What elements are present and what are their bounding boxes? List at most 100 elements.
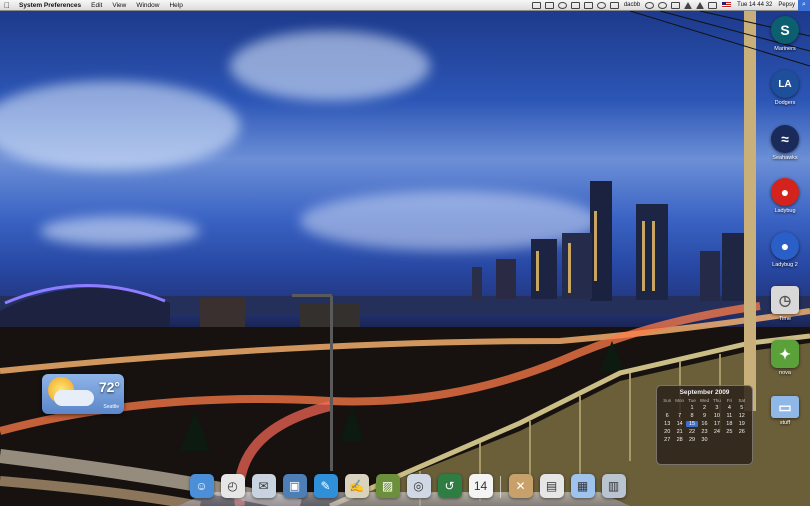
desktop-icon-label: Time [778,316,792,322]
calendar-day-header: Mon [675,398,685,403]
calendar-widget[interactable]: September 2009 Sun Mon Tue Wed Thu Fri Sat 1 2 3 4… [656,385,753,465]
calendar-date: 22 [689,429,696,435]
volume-icon[interactable] [696,1,705,9]
app-nova-icon: ✦ [771,340,799,368]
weather-widget[interactable]: 72° Seattle [42,374,124,414]
calendar-date: 2 [702,405,707,411]
status-area: dacbb Tue 14 44 32 Pepsy ⌕ [530,0,810,11]
desktop-icon-label: Mariners [774,46,796,52]
mariners-logo-icon: S [771,16,799,44]
activity-icon[interactable] [596,1,606,9]
calendar-date: 24 [713,429,720,435]
calendar-date: 27 [664,437,671,443]
calendar-date: 28 [676,437,683,443]
calendar-day-header: Sun [663,398,672,403]
us-flag-input-icon[interactable] [722,2,732,8]
menu-view[interactable]: View [107,2,131,9]
wifi-icon[interactable] [684,1,693,9]
preview-icon[interactable]: ▣ [282,474,307,498]
display-icon[interactable] [544,1,554,9]
safari-icon[interactable]: ◎ [406,474,431,498]
calendar-date [673,405,685,411]
calendar-date: 13 [664,421,671,427]
desktop-icon-mariners[interactable]: S Mariners [765,16,805,52]
calendar-date: 21 [676,429,683,435]
ladybug-blue-icon: ● [771,232,799,260]
applications-folder-icon[interactable]: ▦ [570,474,595,498]
calendar-month-title: September 2009 [679,389,730,396]
desktop-icon-ladybug[interactable]: ● Ladybug [765,178,805,214]
calendar-date [661,405,673,411]
menu-extra-icon[interactable] [531,1,541,9]
script-icon[interactable] [557,1,567,9]
trash-icon[interactable]: ▥ [601,474,626,498]
utilities-icon[interactable]: ✕ [508,474,533,498]
calendar-date: 12 [738,413,745,419]
seahawks-logo-icon: ≈ [771,125,799,153]
calendar-date [711,437,723,443]
folder-icon: ▭ [771,396,799,418]
calendar-date: 5 [740,405,744,411]
app-menu[interactable]: System Preferences [14,2,86,9]
mail-icon[interactable]: ✉ [251,474,276,498]
desktop-icon-label: Ladybug 2 [772,262,798,268]
pencil-app-icon[interactable]: ✎ [313,474,338,498]
weather-city: Seattle [103,404,119,410]
eject-icon[interactable] [570,1,580,9]
clock[interactable]: Tue 14 44 32 [734,2,775,8]
sync-icon[interactable] [645,1,655,9]
desktop-icon-seahawks[interactable]: ≈ Seahawks [765,125,805,161]
calendar-date: 30 [701,437,708,443]
memory-icon[interactable] [583,1,593,9]
dashboard-icon[interactable]: ◴ [220,474,245,498]
menu-edit[interactable]: Edit [86,2,107,9]
ical-icon[interactable]: 14 [468,474,493,498]
menu-window[interactable]: Window [131,2,164,9]
battery-icon[interactable] [708,1,718,9]
calendar-date: 19 [738,421,745,427]
desktop-icon-dodgers[interactable]: LA Dodgers [765,70,805,106]
calendar-date: 8 [690,413,694,419]
dock: ☺ ◴ ✉ ▣ ✎ ✍ ▨ ◎ ↺ 14 ✕ ▤ ▦ ▥ [186,468,629,498]
calendar-date: 1 [690,405,694,411]
desktop-icon-time[interactable]: ◷ Time [765,286,805,322]
desktop-icon-nova[interactable]: ✦ nova [765,340,805,376]
calendar-date: 16 [701,421,708,427]
calendar-date: 9 [702,413,707,419]
calendar-date: 14 [676,421,683,427]
calendar-date: 25 [726,429,733,435]
cloud-icon [54,390,94,406]
calendar-date: 17 [713,421,720,427]
calendar-day-header: Sat [738,398,746,403]
calendar-date: 6 [665,413,669,419]
calendar-date: 7 [678,413,682,419]
iphoto-icon[interactable]: ▨ [375,474,400,498]
desktop-icon-label: Dodgers [774,100,796,106]
desktop-icon-stuff[interactable]: ▭ stuff [765,396,805,426]
weather-temperature: 72° [98,379,120,395]
apple-menu-icon[interactable]:  [0,1,14,10]
calendar-date [723,437,735,443]
status-text[interactable]: dacbb [621,2,643,8]
calendar-day-header: Tue [688,398,696,403]
calendar-today: 15 [685,421,699,427]
desktop-icon-ladybug-2[interactable]: ● Ladybug 2 [765,232,805,268]
calendar-date: 23 [701,429,708,435]
time-machine-drive-icon: ◷ [771,286,799,314]
finder-icon[interactable]: ☺ [189,474,214,498]
drive-icon[interactable] [609,1,619,9]
script-editor-icon[interactable]: ✍ [344,474,369,498]
time-machine-icon[interactable]: ↺ [437,474,462,498]
time-machine-menu-icon[interactable] [658,1,668,9]
spotlight-icon[interactable]: ⌕ [798,0,810,11]
document-icon[interactable]: ▤ [539,474,564,498]
bluetooth-icon[interactable] [671,1,681,9]
menu-help[interactable]: Help [164,2,187,9]
user-name[interactable]: Pepsy [775,2,798,8]
calendar-date: 4 [727,405,731,411]
calendar-day-header: Wed [699,398,710,403]
calendar-date: 10 [713,413,720,419]
calendar-grid: Sun Mon Tue Wed Thu Fri Sat 1 2 3 4 5 6 7 8 9 10 11 12 13 14… [661,398,748,443]
desktop-icon-label: nova [779,370,791,376]
desktop-icon-label: Seahawks [772,155,798,161]
